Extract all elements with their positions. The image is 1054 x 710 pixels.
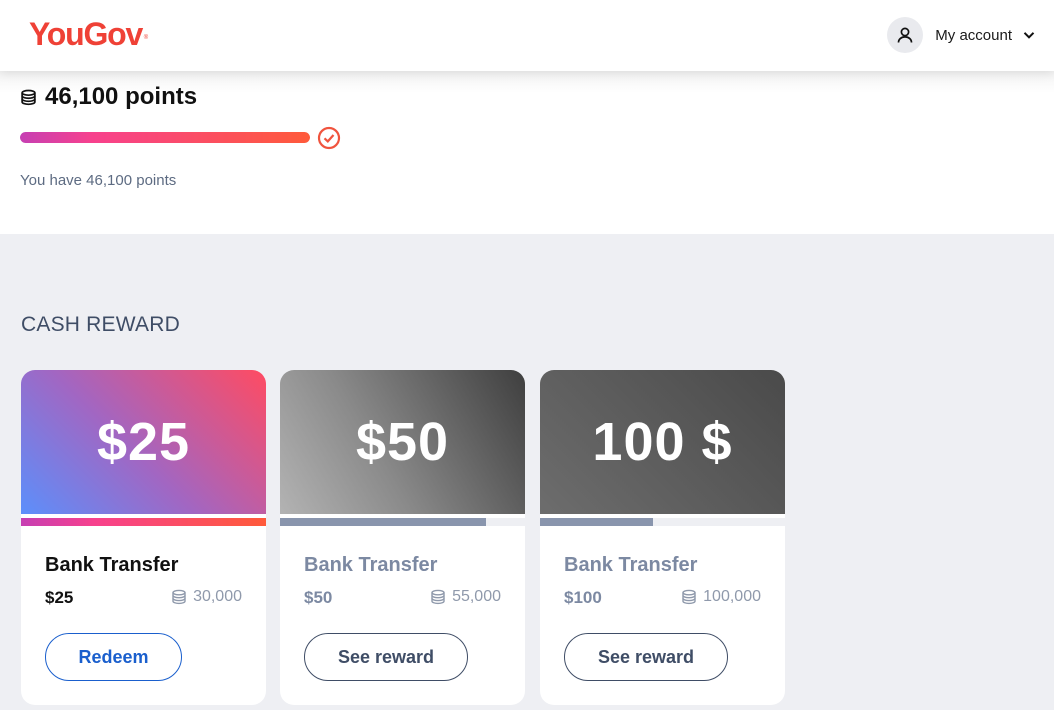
redeem-button[interactable]: Redeem (45, 633, 182, 681)
reward-cost: 100,000 (681, 588, 761, 606)
points-progress-fill (20, 132, 310, 143)
points-summary: 46,100 points You have 46,100 points (0, 71, 1054, 234)
reward-title: Bank Transfer (304, 554, 438, 576)
reward-price: $25 (45, 588, 74, 607)
reward-cost-value: 30,000 (193, 588, 242, 605)
reward-hero: 100 $ (540, 370, 785, 514)
reward-progress-fill (280, 518, 486, 526)
top-header: YouGov ® My account (0, 0, 1054, 71)
chevron-down-icon (1022, 28, 1036, 42)
my-account-menu[interactable]: My account (887, 17, 1036, 53)
coins-icon (681, 589, 697, 605)
reward-hero-amount: $25 (96, 412, 191, 472)
reward-cost-value: 55,000 (452, 588, 501, 605)
reward-progress-bar (540, 518, 785, 526)
coins-icon (430, 589, 446, 605)
reward-price: $100 (564, 588, 602, 607)
reward-price: $50 (304, 588, 333, 607)
points-balance-text: 46,100 points (45, 83, 198, 110)
points-progress-bar (20, 132, 310, 143)
reward-progress-bar (280, 518, 525, 526)
yougov-logo[interactable]: YouGov ® (29, 16, 148, 52)
my-account-label: My account (935, 26, 1012, 44)
reward-progress-fill (540, 518, 653, 526)
reward-card-50[interactable]: $50 Bank Transfer $50 55,000 See reward (280, 370, 525, 705)
section-title: CASH REWARD (21, 313, 180, 336)
points-subtext: You have 46,100 points (20, 172, 177, 189)
see-reward-button[interactable]: See reward (564, 633, 728, 681)
check-circle-icon (317, 126, 341, 155)
reward-cost: 55,000 (430, 588, 501, 606)
reward-title: Bank Transfer (45, 554, 179, 576)
reward-hero-amount: 100 $ (592, 412, 733, 472)
user-icon (887, 17, 924, 53)
reward-card-25[interactable]: $25 Bank Transfer $25 30,000 Redeem (21, 370, 266, 705)
coins-icon (171, 589, 187, 605)
points-balance: 46,100 points (20, 83, 197, 111)
reward-hero-amount: $50 (355, 412, 450, 472)
reward-progress-fill (21, 518, 266, 526)
logo-text: YouGov (29, 16, 143, 52)
reward-progress-bar (21, 518, 266, 526)
coins-icon (20, 89, 37, 106)
reward-card-100[interactable]: 100 $ Bank Transfer $100 100,000 See rew… (540, 370, 785, 705)
see-reward-button[interactable]: See reward (304, 633, 468, 681)
reward-hero: $50 (280, 370, 525, 514)
reward-cost: 30,000 (171, 588, 242, 606)
registered-mark: ® (143, 35, 149, 41)
reward-cost-value: 100,000 (703, 588, 761, 605)
reward-hero: $25 (21, 370, 266, 514)
reward-title: Bank Transfer (564, 554, 698, 576)
